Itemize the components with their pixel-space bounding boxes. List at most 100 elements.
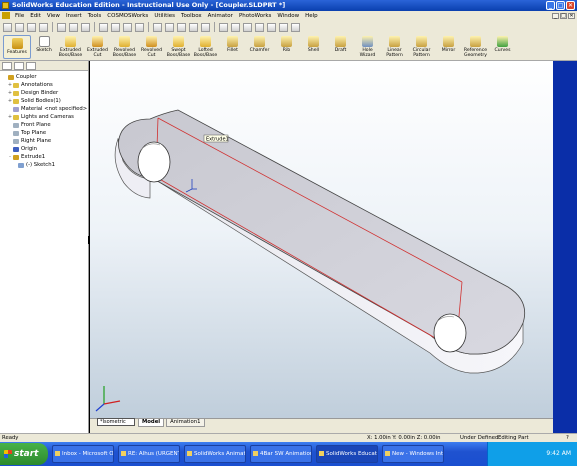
zoom-in-out-icon[interactable] [177, 22, 186, 32]
menu-animator[interactable]: Animator [205, 13, 236, 19]
sketch-tab-button[interactable]: Sketch [31, 34, 57, 53]
task-email-urgent[interactable]: RE: Alhus (URGENT... [118, 445, 180, 463]
swept-boss-base-button[interactable]: Swept Boss/Base [165, 34, 192, 58]
hole-wizard-button[interactable]: Hole Wizard [354, 34, 381, 58]
menu-window[interactable]: Window [274, 13, 302, 19]
tree-item-label: Extrude1 [21, 154, 46, 160]
save-icon[interactable] [27, 22, 36, 32]
graphics-viewport[interactable]: Extrude1 [90, 61, 553, 433]
menu-help[interactable]: Help [302, 13, 321, 19]
features-tab-button[interactable]: Features [3, 35, 31, 59]
tab-animation1[interactable]: Animation1 [166, 419, 205, 427]
menu-toolbox[interactable]: Toolbox [178, 13, 205, 19]
menu-cosmosworks[interactable]: COSMOSWorks [104, 13, 151, 19]
fillet-button[interactable]: Fillet [219, 34, 246, 53]
menu-tools[interactable]: Tools [85, 13, 105, 19]
task-4bar-animation[interactable]: 4Bar SW Animation.... [250, 445, 312, 463]
curves-button[interactable]: Curves [489, 34, 516, 53]
shell-icon [308, 36, 319, 47]
standard-toolbar [0, 20, 577, 34]
pan-icon[interactable] [201, 22, 210, 32]
maximize-button[interactable]: □ [556, 1, 565, 10]
zoom-area-icon[interactable] [165, 22, 174, 32]
task-inbox[interactable]: Inbox - Microsoft O... [52, 445, 114, 463]
task-solidworks-education[interactable]: SolidWorks Educati... [316, 445, 378, 463]
mirror-button[interactable]: Mirror [435, 34, 462, 53]
sketch-tab-label: Sketch [36, 48, 52, 53]
tree-item[interactable]: Front Plane [0, 121, 88, 129]
coupler-part[interactable] [114, 109, 526, 374]
standard-views-icon[interactable] [219, 22, 228, 32]
chamfer-button[interactable]: Chamfer [246, 34, 273, 53]
linear-pattern-button[interactable]: Linear Pattern [381, 34, 408, 58]
tab-model[interactable]: Model [138, 419, 165, 427]
tree-item[interactable]: + Lights and Cameras [0, 113, 88, 121]
extruded-cut-button[interactable]: Extruded Cut [84, 34, 111, 58]
tree-item[interactable]: + Annotations [0, 81, 88, 89]
tree-item-icon [13, 90, 19, 96]
view-orientation-select[interactable]: *Isometric [97, 418, 135, 426]
menu-utilities[interactable]: Utilities [151, 13, 178, 19]
hidden-lines-icon[interactable] [255, 22, 264, 32]
section-view-icon[interactable] [231, 22, 240, 32]
revolved-boss-base-button[interactable]: Revolved Boss/Base [111, 34, 138, 58]
doc-minimize-button[interactable]: _ [552, 12, 559, 19]
rotate-view-icon[interactable] [189, 22, 198, 32]
extrude-callout[interactable]: Extrude1 [203, 134, 229, 143]
tree-item-label: Annotations [21, 82, 53, 88]
copy-icon[interactable] [69, 22, 78, 32]
perspective-icon[interactable] [291, 22, 300, 32]
start-button[interactable]: start [0, 443, 48, 465]
tree-item[interactable]: Coupler [0, 73, 88, 81]
tree-item[interactable]: Origin [0, 145, 88, 153]
window-title-bar[interactable]: SolidWorks Education Edition - Instructi… [0, 0, 577, 11]
tree-item[interactable]: - Extrude1 [0, 153, 88, 161]
redo-icon[interactable] [111, 22, 120, 32]
select-icon[interactable] [123, 22, 132, 32]
undo-icon[interactable] [99, 22, 108, 32]
cut-icon[interactable] [57, 22, 66, 32]
circular-pattern-button[interactable]: Circular Pattern [408, 34, 435, 58]
lofted-boss-base-button[interactable]: Lofted Boss/Base [192, 34, 219, 58]
shell-button[interactable]: Shell [300, 34, 327, 53]
tree-item-icon [13, 82, 19, 88]
menu-edit[interactable]: Edit [27, 13, 44, 19]
menu-insert[interactable]: Insert [63, 13, 85, 19]
zoom-fit-icon[interactable] [153, 22, 162, 32]
tree-item[interactable]: + Design Binder [0, 89, 88, 97]
task-internet-explorer[interactable]: New - Windows Inte... [382, 445, 444, 463]
draft-button[interactable]: Draft [327, 34, 354, 53]
close-button[interactable]: ✕ [566, 1, 575, 10]
wireframe-icon[interactable] [243, 22, 252, 32]
feature-tree-tab-icon[interactable] [2, 62, 12, 70]
tree-item[interactable]: Right Plane [0, 137, 88, 145]
paste-icon[interactable] [81, 22, 90, 32]
property-manager-tab-icon[interactable] [14, 62, 24, 70]
reference-geometry-button[interactable]: Reference Geometry [462, 34, 489, 58]
print-icon[interactable] [39, 22, 48, 32]
circular-pattern-label: Circular Pattern [412, 48, 431, 58]
configuration-tab-icon[interactable] [26, 62, 36, 70]
menu-photoworks[interactable]: PhotoWorks [236, 13, 274, 19]
rebuild-icon[interactable] [135, 22, 144, 32]
tree-item[interactable]: (-) Sketch1 [0, 161, 88, 169]
menu-file[interactable]: File [12, 13, 27, 19]
clock[interactable]: 9:42 AM [546, 450, 571, 457]
tree-item[interactable]: Material <not specified> [0, 105, 88, 113]
part-model-view: Extrude1 [95, 109, 526, 412]
shaded-edges-icon[interactable] [279, 22, 288, 32]
tree-item[interactable]: Top Plane [0, 129, 88, 137]
features-command-manager: Features Sketch Extruded Boss/Base Extrud… [0, 34, 577, 61]
rib-button[interactable]: Rib [273, 34, 300, 53]
minimize-button[interactable]: _ [546, 1, 555, 10]
doc-close-button[interactable]: ✕ [568, 12, 575, 19]
task-solidworks-animation[interactable]: SolidWorks Animation [184, 445, 246, 463]
extruded-boss-base-button[interactable]: Extruded Boss/Base [57, 34, 84, 58]
revolved-cut-button[interactable]: Revolved Cut [138, 34, 165, 58]
menu-view[interactable]: View [44, 13, 63, 19]
shaded-icon[interactable] [267, 22, 276, 32]
open-file-icon[interactable] [15, 22, 24, 32]
new-file-icon[interactable] [3, 22, 12, 32]
tree-item[interactable]: + Solid Bodies(1) [0, 97, 88, 105]
doc-restore-button[interactable]: □ [560, 12, 567, 19]
